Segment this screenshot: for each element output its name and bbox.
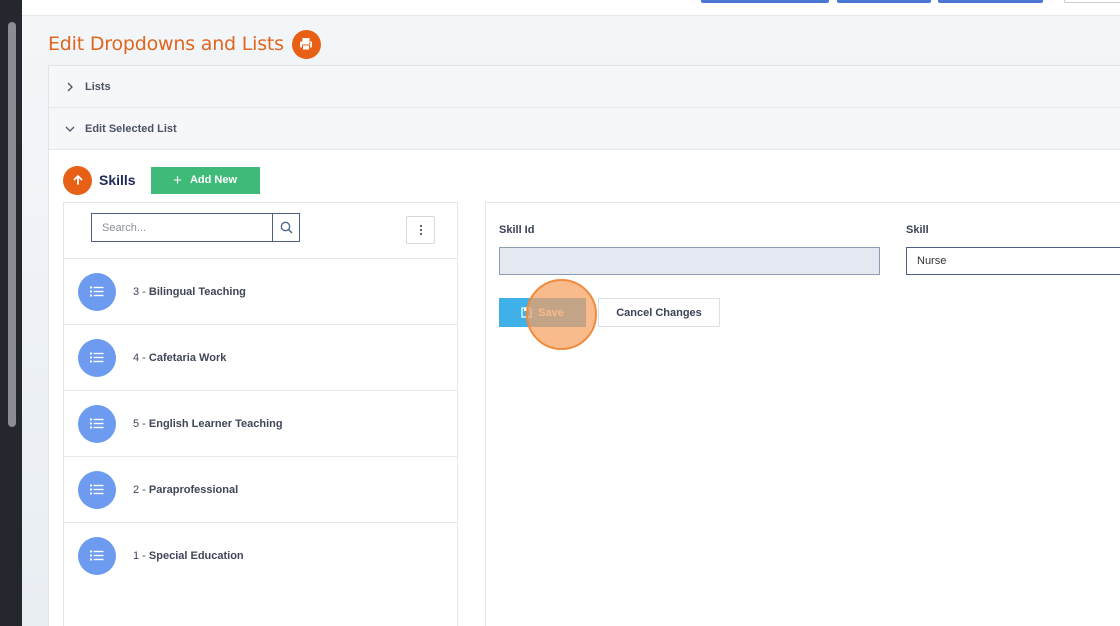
more-options-button[interactable] [406,216,435,244]
accordion-edit-selected-label: Edit Selected List [85,122,177,135]
item-id: 5 [133,417,140,430]
item-name: Paraprofessional [148,483,239,496]
skills-title: Skills [99,172,136,188]
top-button-3[interactable] [938,0,1043,3]
skills-list: 3 - Bilingual Teaching 4 - Cafetaria Wor… [64,258,457,588]
item-name: English Learner Teaching [148,417,283,430]
cancel-changes-button[interactable]: Cancel Changes [598,298,720,327]
item-id: 4 [133,351,140,364]
list-icon [78,272,116,311]
page-title-row: Edit Dropdowns and Lists [48,28,321,60]
item-name: Bilingual Teaching [148,285,246,298]
item-name: Special Education [148,549,244,562]
search-input[interactable] [91,213,273,242]
edit-form-card: Skill Id Skill Save Cancel Changes [485,202,1120,626]
accordion-lists[interactable]: Lists [49,66,1120,108]
list-icon [78,404,116,443]
list-item[interactable]: 4 - Cafetaria Work [64,324,457,390]
item-id: 2 [133,483,140,496]
chevron-down-icon [63,122,77,136]
search-button[interactable] [272,213,300,242]
print-button[interactable] [291,29,321,59]
back-up-button[interactable] [63,165,92,195]
item-id: 1 [133,549,140,562]
left-strip [0,0,22,626]
list-icon [78,470,116,509]
print-icon [300,38,313,51]
add-new-button[interactable]: + Add New [150,166,260,194]
plus-icon: + [173,171,182,189]
kebab-menu-icon [419,224,422,236]
search-bar [91,213,300,242]
skill-field[interactable] [906,247,1120,275]
top-button-4[interactable] [1064,0,1120,3]
chevron-right-icon [63,80,77,94]
search-icon [280,221,293,234]
page-title: Edit Dropdowns and Lists [48,33,284,55]
list-item[interactable]: 2 - Paraprofessional [64,456,457,522]
item-id: 3 [133,285,140,298]
top-toolbar [22,0,1120,16]
main-panel: Lists Edit Selected List Skills + Add Ne… [48,65,1120,626]
scrollbar-thumb[interactable] [8,22,16,427]
list-icon [78,536,116,575]
skill-id-field[interactable] [499,247,880,275]
save-icon [521,307,532,318]
list-item[interactable]: 1 - Special Education [64,522,457,588]
skills-header: Skills + Add New [63,165,260,195]
accordion-lists-label: Lists [85,80,111,93]
arrow-up-icon [73,174,82,185]
add-new-label: Add New [189,174,237,186]
list-icon [78,338,116,377]
top-button-2[interactable] [837,0,931,3]
save-label: Save [538,306,564,319]
skill-label: Skill [906,224,929,236]
list-item[interactable]: 3 - Bilingual Teaching [64,258,457,324]
top-button-1[interactable] [701,0,829,3]
accordion-edit-selected-list[interactable]: Edit Selected List [49,108,1120,150]
list-item[interactable]: 5 - English Learner Teaching [64,390,457,456]
item-name: Cafetaria Work [148,351,227,364]
skill-id-label: Skill Id [499,224,535,236]
skills-list-card: 3 - Bilingual Teaching 4 - Cafetaria Wor… [63,202,458,626]
app-window: Edit Dropdowns and Lists Lists Edit Sele… [22,0,1120,626]
save-button[interactable]: Save [499,298,586,327]
